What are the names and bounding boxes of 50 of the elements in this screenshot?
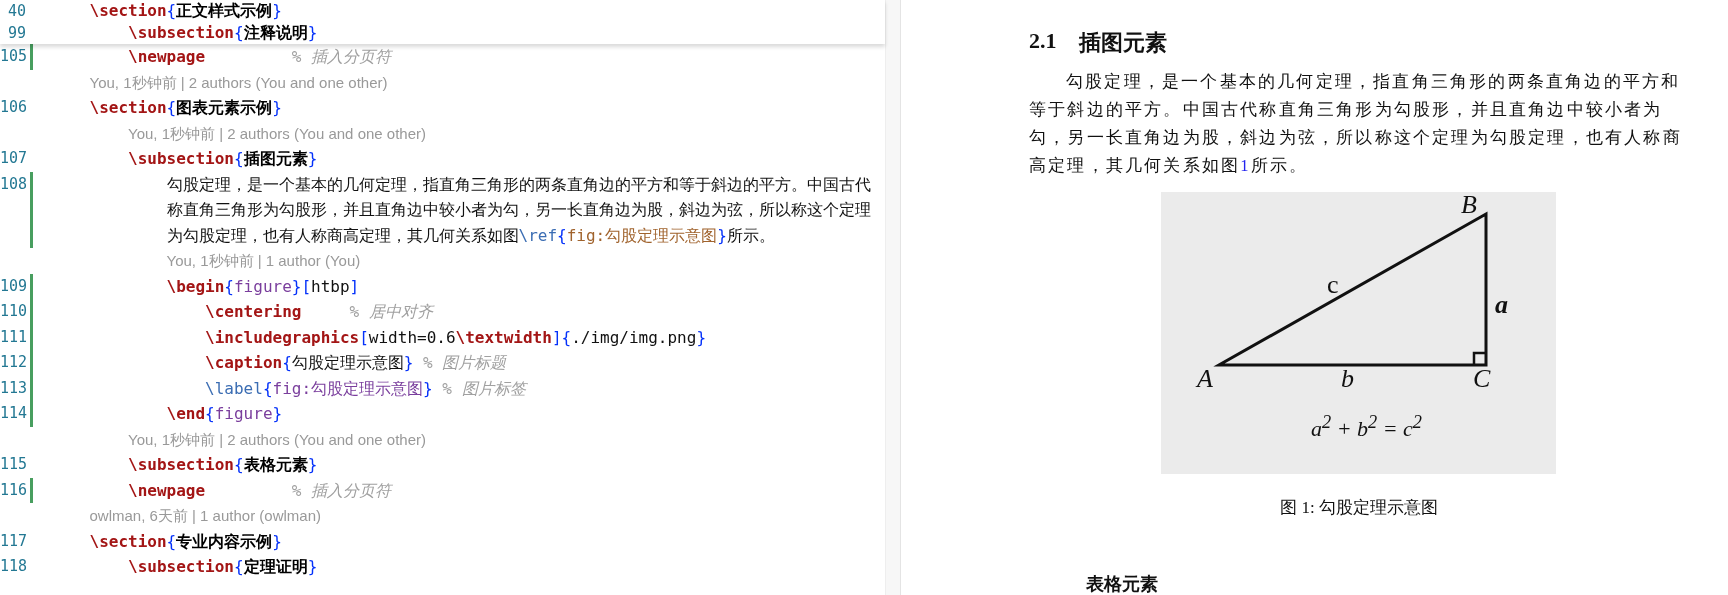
vertex-label: C xyxy=(1473,364,1491,394)
code-line: \subsection{定理证明} xyxy=(128,557,318,576)
code-line: \subsection{插图元素} xyxy=(128,149,318,168)
blame-annotation[interactable]: You, 1秒钟前 | 2 authors (You and one other) xyxy=(128,430,426,448)
blame-annotation[interactable]: You, 1秒钟前 | 2 authors (You and one other) xyxy=(89,73,388,91)
line-number: 118 xyxy=(0,556,26,577)
line-number: 113 xyxy=(0,377,26,399)
code-line: \centering % 居中对齐 xyxy=(205,302,433,321)
code-line: \caption{勾股定理示意图} % 图片标题 xyxy=(205,353,507,372)
side-label: b xyxy=(1341,364,1354,394)
code-line: \newpage % 插入分页符 xyxy=(128,480,392,500)
code-line: \section{正文样式示例} xyxy=(89,1,282,20)
blame-annotation[interactable]: owlman, 6天前 | 1 author (owlman) xyxy=(89,507,321,524)
body-paragraph: 勾股定理，是一个基本的几何定理，指直角三角形的两条直角边的平方和等于斜边的平方。中国古代称直角三角形为勾股形，并且直角边中较小者为勾，另一长直角边为股，斜边为弦，所以称这个定理为勾股定理，也有人称商高定理，其几何关系如图 1所示。 xyxy=(1029,71,1683,177)
line-number: 107 xyxy=(0,148,26,169)
code-line: \newpage % 插入分页符 xyxy=(128,47,392,66)
line-number: 111 xyxy=(0,326,26,348)
vertex-label: A xyxy=(1197,364,1213,394)
blame-annotation[interactable]: You, 1秒钟前 | 1 author (You) xyxy=(166,252,361,269)
figure-caption: 图 1: 勾股定理示意图 xyxy=(1279,497,1439,519)
figure-link[interactable]: 1 xyxy=(1240,156,1251,175)
line-number: 105 xyxy=(0,46,26,67)
line-number: 112 xyxy=(0,352,26,373)
line-number: 108 xyxy=(0,173,26,195)
code-line: \label{fig:勾股定理示意图} % 图片标签 xyxy=(205,378,526,398)
code-line: \section{图表元素示例} xyxy=(89,98,282,117)
code-line: \subsection{表格元素} xyxy=(128,455,318,474)
code-line: \includegraphics[width=0.6\textwidth]{./img/img.png} xyxy=(205,327,706,347)
line-number: 114 xyxy=(0,403,26,424)
vertex-label: B xyxy=(1461,190,1477,220)
line-number: 116 xyxy=(0,479,26,501)
line-number: 40 xyxy=(6,1,26,22)
line-number: 115 xyxy=(0,454,26,475)
scrollbar[interactable] xyxy=(885,0,900,595)
section-number: 2.1 xyxy=(1029,28,1057,55)
code-line: \section{专业内容示例} xyxy=(89,531,282,551)
line-number: 106 xyxy=(0,97,26,118)
code-line: \begin{figure}[htbp] xyxy=(166,276,360,296)
line-number: 99 xyxy=(6,23,26,44)
code-line: \end{figure} xyxy=(166,404,283,423)
line-number: 110 xyxy=(0,301,26,322)
section-title: 插图元素 xyxy=(1078,29,1167,57)
line-number: 109 xyxy=(0,275,26,297)
formula: a$^{2}$ + b$^{2}$ = c$^{2}$ xyxy=(1311,412,1422,443)
code-line: 勾股定理，是一个基本的几何定理，指直角三角形的两条直角边的平方和等于斜边的平方。中国古代称直角三角形为勾股形，并且直角边中较小者为勾，另一长直角边为股，斜边为弦，所以称这个定理为勾股定理，也有人称商高定理，其几何关系如图\ref{fig:勾股定理示意图}所示。 xyxy=(166,174,871,245)
side-label: a xyxy=(1495,290,1508,320)
blame-annotation[interactable]: You, 1秒钟前 | 2 authors (You and one other) xyxy=(128,124,426,142)
code-line: \subsection{注释说明} xyxy=(128,23,318,42)
section-title: 表格元素 xyxy=(1086,573,1158,595)
line-number: 117 xyxy=(0,530,26,552)
